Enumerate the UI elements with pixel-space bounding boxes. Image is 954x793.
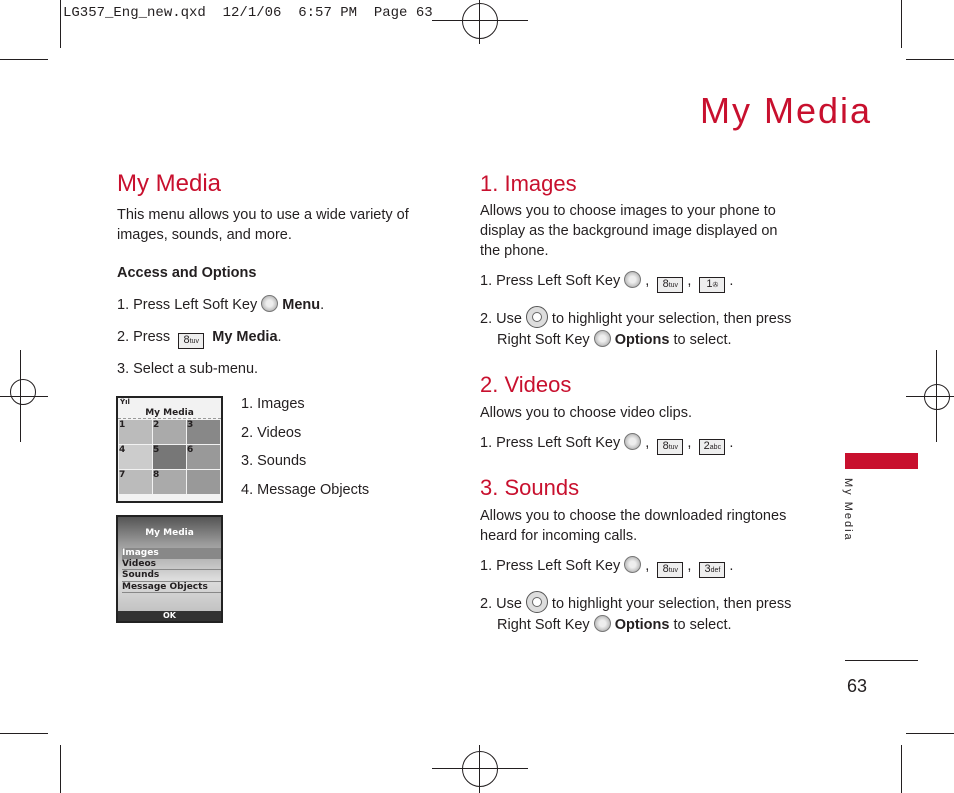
videos-heading: 2. Videos — [480, 372, 572, 397]
grid-cell: 7 — [119, 470, 152, 494]
phone-screen-grid: Ÿıl My Media 1 2 3 4 5 6 7 8 — [116, 396, 223, 503]
my-media-label: My Media — [212, 329, 278, 345]
register-mark — [10, 379, 36, 405]
register-mark — [924, 384, 950, 410]
grid-cell: 3 — [187, 420, 220, 444]
phone-screen-list: My Media Images Videos Sounds Message Ob… — [116, 515, 223, 623]
page-number: 63 — [847, 676, 868, 696]
menu-item[interactable]: Message Objects — [122, 582, 221, 593]
grid-cell: 4 — [119, 445, 152, 469]
key-8-icon: 8tuv — [657, 277, 684, 293]
crop-mark — [901, 745, 902, 793]
step-text: 1. Press Left Soft Key — [117, 297, 258, 313]
register-mark — [462, 751, 498, 787]
crop-mark — [60, 745, 61, 793]
left-soft-key-icon — [624, 556, 642, 573]
section-tab-bar — [845, 453, 918, 469]
key-8-icon: 8tuv — [657, 439, 684, 455]
submenu-item: 4. Message Objects — [241, 481, 370, 498]
crop-mark — [901, 0, 902, 48]
access-heading: Access and Options — [117, 265, 257, 281]
footer-rule — [845, 660, 918, 661]
grid-cell — [187, 470, 220, 494]
grid-cell: 5 — [153, 445, 186, 469]
step-2: 2. Press 8tuv My Media. — [117, 327, 282, 349]
section-heading: My Media — [117, 170, 222, 197]
images-heading: 1. Images — [480, 171, 577, 196]
left-soft-key-icon — [624, 433, 642, 450]
screen-title: My Media — [145, 528, 194, 538]
key-3-icon: 3def — [699, 562, 726, 578]
menu-label: Menu — [282, 297, 321, 313]
sounds-step-2-cont: Right Soft Key Options to select. — [497, 615, 732, 633]
intro-text: This menu allows you to use a wide varie… — [117, 207, 409, 243]
page-title: My Media — [700, 90, 873, 131]
videos-step-1: 1. Press Left Soft Key, 8tuv, 2abc. — [480, 433, 733, 455]
menu-item[interactable]: Videos — [122, 559, 221, 570]
step-text: 2. Press — [117, 329, 171, 345]
step-3: 3. Select a sub-menu. — [117, 361, 259, 377]
images-step-2: 2. Use to highlight your selection, then … — [480, 306, 791, 329]
navigation-key-icon — [525, 306, 548, 328]
signal-icon: Ÿıl — [120, 398, 130, 406]
file-slug: LG357_Eng_new.qxd 12/1/06 6:57 PM Page 6… — [63, 5, 433, 21]
menu-item-selected[interactable]: Images — [122, 548, 221, 559]
submenu-item: 2. Videos — [241, 424, 302, 441]
right-soft-key-icon — [593, 330, 611, 347]
sounds-heading: 3. Sounds — [480, 475, 580, 500]
grid-cell: 6 — [187, 445, 220, 469]
key-2-icon: 2abc — [699, 439, 726, 455]
sounds-step-2: 2. Use to highlight your selection, then … — [480, 591, 791, 614]
sounds-step-1: 1. Press Left Soft Key, 8tuv, 3def. — [480, 556, 733, 578]
key-8-icon: 8tuv — [657, 562, 684, 578]
images-step-1: 1. Press Left Soft Key, 8tuv, 1✇. — [480, 271, 733, 293]
register-mark — [462, 3, 498, 39]
menu-item[interactable]: Sounds — [122, 570, 221, 582]
crop-mark — [0, 733, 48, 734]
crop-mark — [906, 59, 954, 60]
images-step-2-cont: Right Soft Key Options to select. — [497, 330, 732, 348]
grid-cell: 1 — [119, 420, 152, 444]
ok-softkey[interactable]: OK — [118, 611, 221, 621]
submenu-item: 3. Sounds — [241, 453, 307, 469]
screen-title: My Media — [118, 408, 221, 419]
step-1: 1. Press Left Soft Key Menu. — [117, 295, 325, 313]
crop-mark — [0, 59, 48, 60]
right-soft-key-icon — [593, 615, 611, 632]
left-soft-key-icon — [261, 295, 279, 312]
grid-cell: 2 — [153, 420, 186, 444]
crop-mark — [906, 733, 954, 734]
navigation-key-icon — [525, 591, 548, 613]
grid-cell: 8 — [153, 470, 186, 494]
key-8-icon: 8tuv — [178, 333, 205, 349]
videos-desc: Allows you to choose video clips. — [480, 405, 692, 421]
key-1-voicemail-icon: 1✇ — [699, 277, 726, 293]
side-tab-label: My Media — [842, 478, 854, 542]
crop-mark — [60, 0, 61, 48]
left-soft-key-icon — [624, 271, 642, 288]
submenu-list: 1. Images 2. Videos 3. Sounds 4. Message… — [241, 390, 369, 504]
sounds-desc: Allows you to choose the downloaded ring… — [480, 508, 787, 544]
submenu-item: 1. Images — [241, 396, 305, 412]
images-desc: Allows you to choose images to your phon… — [480, 203, 778, 259]
